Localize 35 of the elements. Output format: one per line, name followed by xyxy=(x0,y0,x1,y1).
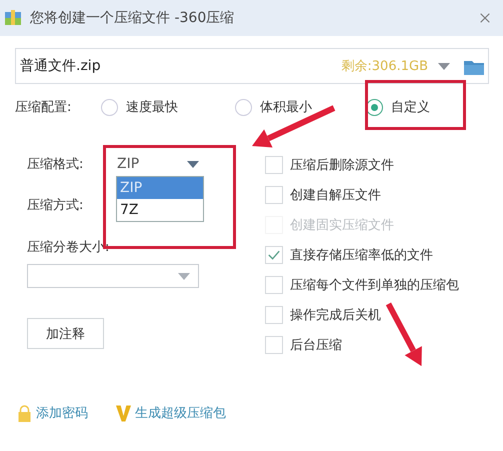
checkbox-label: 操作完成后关机 xyxy=(290,307,381,324)
caret-icon xyxy=(187,160,199,168)
dropdown-option[interactable]: 7Z xyxy=(117,199,203,221)
link[interactable]: 生成超级压缩包 xyxy=(135,404,226,422)
checkbox-label: 压缩每个文件到单独的压缩包 xyxy=(290,277,459,294)
config-label: 压缩配置: xyxy=(15,99,72,116)
checkbox[interactable] xyxy=(265,246,283,264)
caret-icon xyxy=(178,272,190,280)
comment-button[interactable]: 加注释 xyxy=(27,318,104,349)
checkbox-label: 后台压缩 xyxy=(290,337,342,354)
radio-option[interactable]: 体积最小 xyxy=(235,98,369,116)
method-label: 压缩方式: xyxy=(27,197,84,215)
archive-icon xyxy=(4,9,22,27)
format-label: 压缩格式: xyxy=(27,156,84,173)
checkbox[interactable] xyxy=(265,336,283,354)
checkbox-label: 创建固实压缩文件 xyxy=(290,217,394,234)
checkbox[interactable] xyxy=(265,306,283,324)
radio-option[interactable]: 速度最快 xyxy=(101,98,235,116)
checkbox[interactable] xyxy=(265,186,283,204)
window-title: 您将创建一个压缩文件 -360压缩 xyxy=(30,9,236,27)
path-field[interactable]: 普通文件.zip 剩余:306.1GB xyxy=(15,48,489,84)
checkbox[interactable] xyxy=(265,276,283,294)
lock-icon xyxy=(17,404,32,422)
free-space-label: 剩余:306.1GB xyxy=(341,58,428,75)
checkbox-label: 创建自解压文件 xyxy=(290,187,381,204)
checkbox-label: 压缩后删除源文件 xyxy=(290,157,394,174)
v-icon xyxy=(116,404,131,422)
close-icon[interactable] xyxy=(479,12,491,24)
format-dropdown[interactable]: ZIP xyxy=(117,156,199,172)
link[interactable]: 添加密码 xyxy=(36,404,88,422)
radio-option[interactable]: 自定义 xyxy=(366,98,430,116)
checkbox-label: 直接存储压缩率低的文件 xyxy=(290,247,433,264)
checkbox[interactable] xyxy=(265,156,283,174)
split-size-dropdown[interactable] xyxy=(27,264,199,288)
caret-icon xyxy=(438,62,450,70)
